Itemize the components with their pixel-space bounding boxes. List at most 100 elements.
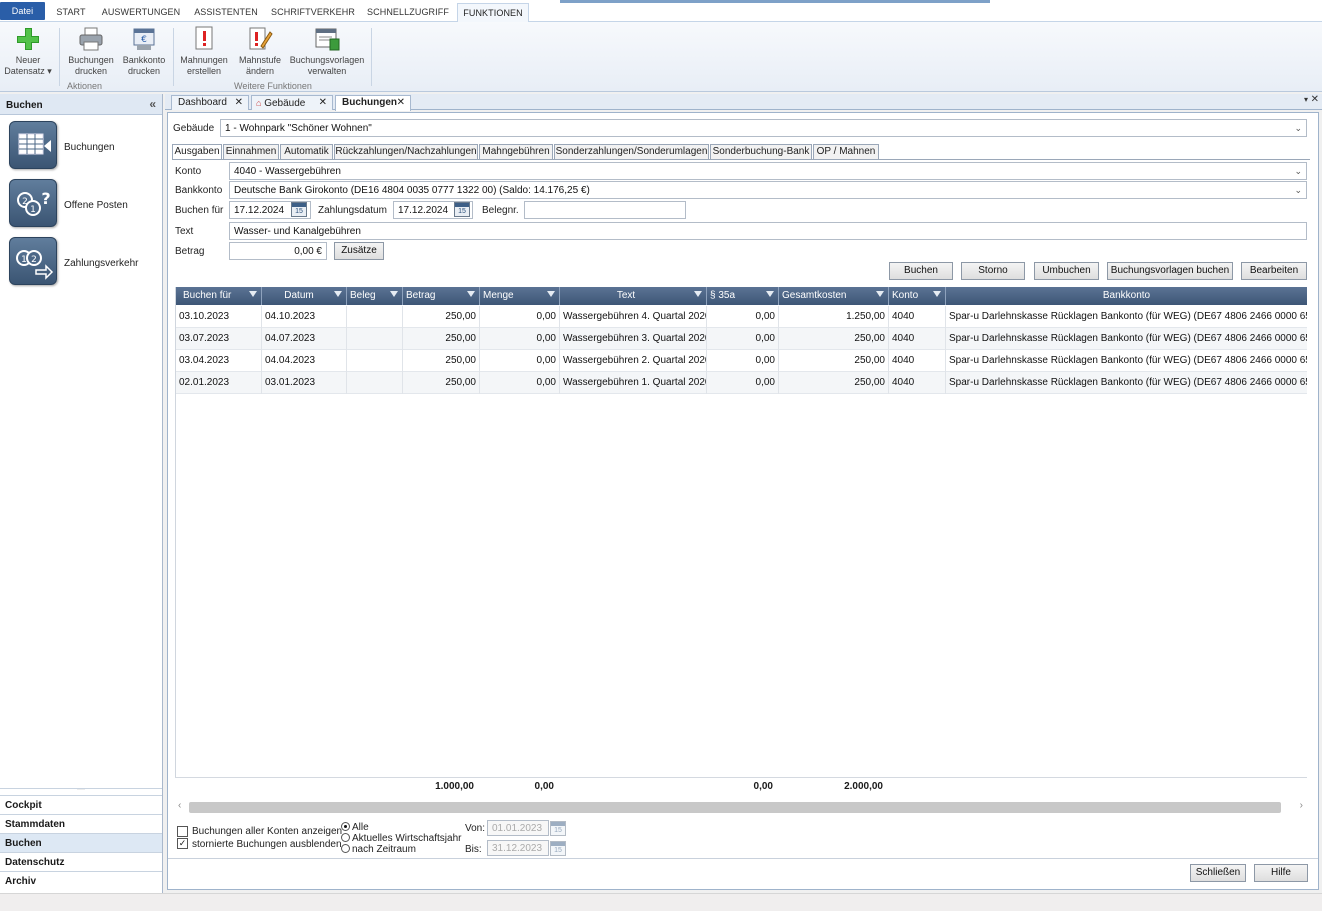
filter-icon[interactable] [876, 291, 884, 297]
nav-section-buchen[interactable]: Buchen [0, 833, 162, 852]
nav-item-buchungen[interactable]: Buchungen [9, 121, 159, 171]
extras-button[interactable]: Zusätze [334, 242, 384, 260]
tab-schriftverkehr[interactable]: SCHRIFTVERKEHR [267, 3, 359, 22]
text-field[interactable]: Wasser- und Kanalgebühren [229, 222, 1307, 240]
account-select[interactable]: 4040 - Wassergebühren ⌄ [229, 162, 1307, 180]
cell-buchen-fuer: 03.07.2023 [176, 328, 262, 350]
tab-auswertungen[interactable]: AUSWERTUNGEN [97, 3, 185, 22]
new-record-button[interactable]: Neuer Datensatz ▾ [3, 26, 53, 76]
to-date-field[interactable]: 31.12.2023 [487, 840, 549, 856]
nav-section-cockpit[interactable]: Cockpit [0, 795, 162, 814]
calendar-icon[interactable]: 15 [454, 202, 470, 217]
amount-field[interactable]: 0,00 € [229, 242, 327, 260]
column-header-bankkonto[interactable]: Bankkonto [946, 287, 1307, 305]
close-button[interactable]: Schließen [1190, 864, 1246, 882]
close-icon[interactable]: ✕ [397, 96, 405, 110]
table-row[interactable]: 03.10.2023 04.10.2023 250,00 0,00 Wasser… [176, 306, 1307, 328]
nav-section-stammdaten[interactable]: Stammdaten [0, 814, 162, 833]
show-all-accounts-checkbox[interactable] [177, 826, 188, 837]
filter-icon[interactable] [933, 291, 941, 297]
radio-period[interactable] [341, 844, 350, 853]
edit-button[interactable]: Bearbeiten [1241, 262, 1307, 280]
table-row[interactable]: 02.01.2023 03.01.2023 250,00 0,00 Wasser… [176, 372, 1307, 394]
nav-section-datenschutz[interactable]: Datenschutz [0, 852, 162, 871]
tab-assistenten[interactable]: ASSISTENTEN [188, 3, 264, 22]
calendar-icon[interactable]: 15 [550, 821, 566, 836]
subtab-einnahmen[interactable]: Einnahmen [223, 144, 279, 159]
tab-list-dropdown-icon[interactable]: ▾ [1304, 95, 1308, 104]
booking-templates-icon [315, 28, 340, 51]
print-bookings-button[interactable]: Buchungen drucken [64, 26, 118, 76]
receipt-number-field[interactable] [524, 201, 686, 219]
tab-datei[interactable]: Datei [0, 2, 45, 20]
calendar-icon[interactable]: 15 [291, 202, 307, 217]
filter-icon[interactable] [334, 291, 342, 297]
table-row[interactable]: 03.04.2023 04.04.2023 250,00 0,00 Wasser… [176, 350, 1307, 372]
from-date-field[interactable]: 01.01.2023 [487, 820, 549, 836]
scroll-right-icon[interactable]: › [1300, 800, 1303, 811]
calendar-icon[interactable]: 15 [550, 841, 566, 856]
close-icon[interactable]: ✕ [319, 96, 327, 110]
doc-tab-buchungen[interactable]: Buchungen ✕ [335, 95, 411, 111]
filter-icon[interactable] [694, 291, 702, 297]
tab-start[interactable]: START [47, 3, 95, 22]
filter-icon[interactable] [249, 291, 257, 297]
tab-schnellzugriff[interactable]: SCHNELLZUGRIFF [362, 3, 454, 22]
doc-tab-dashboard[interactable]: Dashboard ✕ [171, 95, 249, 110]
building-select[interactable]: 1 - Wohnpark "Schöner Wohnen" ⌄ [220, 119, 1307, 137]
print-bank-account-button[interactable]: € Bankkonto drucken [118, 26, 170, 76]
column-header-beleg[interactable]: Beleg [347, 287, 403, 305]
cancel-booking-button[interactable]: Storno [961, 262, 1025, 280]
hide-cancelled-checkbox[interactable]: ✓ [177, 838, 188, 849]
change-dunning-level-button[interactable]: Mahnstufe ändern [235, 26, 285, 76]
house-icon: ⌂ [256, 98, 262, 108]
change-dunning-level-label-2: ändern [245, 65, 275, 76]
filter-icon[interactable] [467, 291, 475, 297]
nav-item-offene-posten[interactable]: 2 1? Offene Posten [9, 179, 159, 229]
nav-section-archiv[interactable]: Archiv [0, 871, 162, 890]
subtab-ausgaben[interactable]: Ausgaben [172, 144, 222, 160]
help-button[interactable]: Hilfe [1254, 864, 1308, 882]
subtab-op-mahnen[interactable]: OP / Mahnen [813, 144, 879, 159]
column-header-datum[interactable]: Datum [262, 287, 347, 305]
horizontal-scrollbar[interactable]: ‹ › [175, 800, 1307, 814]
scroll-left-icon[interactable]: ‹ [178, 800, 181, 811]
close-window-icon[interactable]: ✕ [1311, 94, 1319, 105]
nav-item-zahlungsverkehr[interactable]: 12 Zahlungsverkehr [9, 237, 159, 287]
subtab-mahngebuehren[interactable]: Mahngebühren [479, 144, 553, 159]
table-row[interactable]: 03.07.2023 04.07.2023 250,00 0,00 Wasser… [176, 328, 1307, 350]
tab-funktionen[interactable]: FUNKTIONEN [457, 3, 529, 23]
subtab-sonderbuchung-bank[interactable]: Sonderbuchung-Bank [710, 144, 812, 159]
cell-bankkonto: Spar-u Darlehnskasse Rücklagen Bankonto … [946, 328, 1307, 350]
manage-booking-templates-button[interactable]: Buchungsvorlagen verwalten [288, 26, 366, 76]
column-header-buchen-fuer[interactable]: Buchen für [176, 287, 262, 305]
cell-text: Wassergebühren 2. Quartal 2020 [560, 350, 707, 372]
radio-all[interactable] [341, 822, 350, 831]
bank-account-select[interactable]: Deutsche Bank Girokonto (DE16 4804 0035 … [229, 181, 1307, 199]
column-header-35a[interactable]: § 35a [707, 287, 779, 305]
splitter-handle[interactable]: ···· [0, 787, 162, 794]
close-icon[interactable]: ✕ [235, 96, 243, 110]
book-button[interactable]: Buchen [889, 262, 953, 280]
column-header-konto[interactable]: Konto [889, 287, 946, 305]
create-reminders-button[interactable]: Mahnungen erstellen [178, 26, 230, 76]
book-templates-button[interactable]: Buchungsvorlagen buchen [1107, 262, 1233, 280]
column-header-menge[interactable]: Menge [480, 287, 560, 305]
column-header-text[interactable]: Text [560, 287, 707, 305]
scrollbar-thumb[interactable] [189, 802, 1281, 813]
subtab-rueckzahlungen[interactable]: Rückzahlungen/Nachzahlungen [334, 144, 478, 159]
radio-fiscal-year[interactable] [341, 833, 350, 842]
column-header-gesamtkosten[interactable]: Gesamtkosten [779, 287, 889, 305]
filter-icon[interactable] [547, 291, 555, 297]
rebook-button[interactable]: Umbuchen [1034, 262, 1099, 280]
column-header-label: Beleg [350, 290, 376, 301]
collapse-icon[interactable]: « [149, 97, 156, 111]
doc-tab-gebaeude[interactable]: ⌂ Gebäude ✕ [251, 95, 333, 110]
filter-icon[interactable] [766, 291, 774, 297]
subtab-automatik[interactable]: Automatik [280, 144, 333, 159]
cell-konto: 4040 [889, 306, 946, 328]
filter-icon[interactable] [390, 291, 398, 297]
subtab-sonderzahlungen[interactable]: Sonderzahlungen/Sonderumlagen [554, 144, 709, 159]
cell-menge: 0,00 [480, 350, 560, 372]
column-header-betrag[interactable]: Betrag [403, 287, 480, 305]
